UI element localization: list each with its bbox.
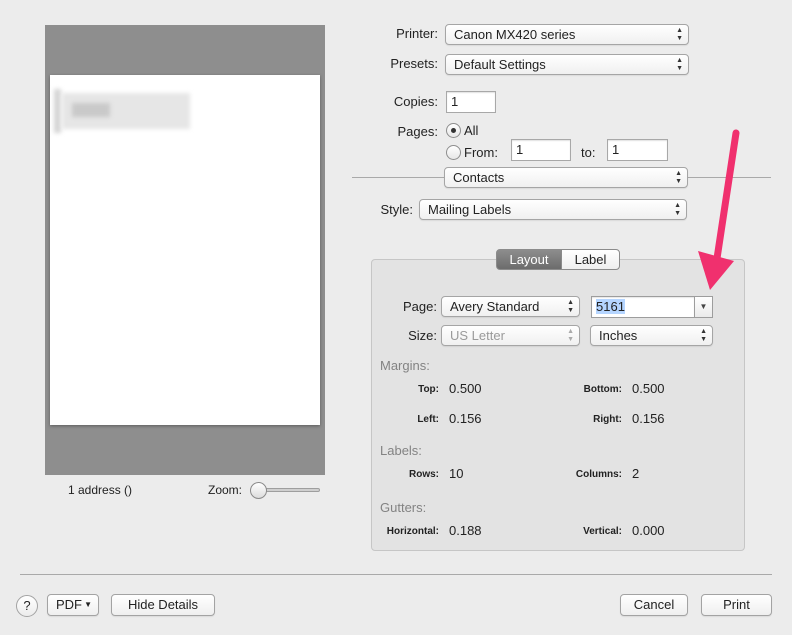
gutter-vertical-value: 0.000 bbox=[632, 523, 665, 538]
printer-popup[interactable]: Canon MX420 series ▲ ▼ bbox=[445, 24, 689, 45]
zoom-slider[interactable] bbox=[258, 488, 320, 492]
chevron-updown-icon: ▲ ▼ bbox=[700, 327, 707, 343]
preview-address-count: 1 address () bbox=[68, 483, 133, 497]
chevron-updown-icon: ▲ ▼ bbox=[676, 26, 683, 42]
presets-label: Presets: bbox=[390, 56, 438, 71]
tab-label[interactable]: Label bbox=[561, 249, 620, 270]
pages-label: Pages: bbox=[397, 124, 438, 139]
pages-from-field[interactable]: 1 bbox=[511, 139, 571, 161]
printer-value: Canon MX420 series bbox=[454, 27, 576, 42]
units-value: Inches bbox=[599, 328, 638, 343]
rows-label: Rows: bbox=[409, 469, 439, 480]
margin-top-label: Top: bbox=[418, 384, 439, 395]
print-button[interactable]: Print bbox=[701, 594, 772, 616]
margin-right-value: 0.156 bbox=[632, 411, 665, 426]
section-popup[interactable]: Contacts ▲ ▼ bbox=[444, 167, 688, 188]
margin-bottom-value: 0.500 bbox=[632, 381, 665, 396]
presets-popup[interactable]: Default Settings ▲ ▼ bbox=[445, 54, 689, 75]
pages-to-field[interactable]: 1 bbox=[607, 139, 668, 161]
footer-divider bbox=[20, 574, 772, 575]
hide-details-button[interactable]: Hide Details bbox=[111, 594, 215, 616]
copies-field[interactable]: 1 bbox=[446, 91, 496, 113]
help-button[interactable]: ? bbox=[16, 595, 38, 617]
columns-label: Columns: bbox=[575, 469, 622, 480]
margin-left-value: 0.156 bbox=[449, 411, 482, 426]
label-code-dropdown-icon[interactable]: ▼ bbox=[694, 296, 713, 318]
page-type-value: Avery Standard bbox=[450, 299, 540, 314]
chevron-updown-icon: ▲ ▼ bbox=[674, 201, 681, 217]
rows-value: 10 bbox=[449, 466, 464, 481]
gutters-header: Gutters: bbox=[380, 500, 427, 515]
copies-label: Copies: bbox=[393, 94, 438, 109]
pages-from-radio[interactable] bbox=[446, 145, 461, 160]
page-type-label: Page: bbox=[403, 299, 437, 314]
margins-header: Margins: bbox=[380, 358, 430, 373]
pdf-menu-button[interactable]: PDF ▼ bbox=[47, 594, 99, 616]
style-value: Mailing Labels bbox=[428, 202, 512, 217]
margin-top-value: 0.500 bbox=[449, 381, 482, 396]
chevron-updown-icon: ▲ ▼ bbox=[567, 298, 574, 314]
pages-from-label: From: bbox=[464, 145, 498, 160]
size-value: US Letter bbox=[450, 328, 505, 343]
pages-to-label: to: bbox=[581, 145, 596, 160]
labels-header: Labels: bbox=[380, 443, 422, 458]
printer-label: Printer: bbox=[396, 26, 438, 41]
chevron-updown-icon: ▲ ▼ bbox=[676, 56, 683, 72]
gutter-horizontal-label: Horizontal: bbox=[386, 526, 439, 537]
style-label: Style: bbox=[380, 202, 413, 217]
units-popup[interactable]: Inches ▲ ▼ bbox=[590, 325, 713, 346]
presets-value: Default Settings bbox=[454, 57, 546, 72]
columns-value: 2 bbox=[632, 466, 640, 481]
preview-page bbox=[50, 75, 320, 425]
margin-right-label: Right: bbox=[593, 414, 622, 425]
margin-left-label: Left: bbox=[417, 414, 439, 425]
label-code-value: 5161 bbox=[596, 299, 625, 314]
gutter-vertical-label: Vertical: bbox=[583, 526, 622, 537]
pdf-label: PDF bbox=[56, 597, 82, 612]
zoom-slider-thumb[interactable] bbox=[250, 482, 267, 499]
style-popup[interactable]: Mailing Labels ▲ ▼ bbox=[419, 199, 687, 220]
section-divider-left bbox=[352, 177, 444, 178]
margin-bottom-label: Bottom: bbox=[583, 384, 622, 395]
gutter-horizontal-value: 0.188 bbox=[449, 523, 482, 538]
section-popup-value: Contacts bbox=[453, 170, 505, 185]
size-popup: US Letter ▲ ▼ bbox=[441, 325, 580, 346]
chevron-updown-icon: ▲ ▼ bbox=[675, 169, 682, 185]
zoom-label: Zoom: bbox=[208, 483, 243, 497]
pages-all-radio[interactable] bbox=[446, 123, 461, 138]
tab-layout[interactable]: Layout bbox=[496, 249, 562, 270]
chevron-updown-icon: ▲ ▼ bbox=[567, 327, 574, 343]
cancel-button[interactable]: Cancel bbox=[620, 594, 688, 616]
chevron-down-icon: ▼ bbox=[84, 600, 92, 609]
size-label: Size: bbox=[408, 328, 437, 343]
pages-all-label: All bbox=[464, 123, 479, 138]
page-type-popup[interactable]: Avery Standard ▲ ▼ bbox=[441, 296, 580, 317]
label-code-field[interactable]: 5161 bbox=[591, 296, 695, 318]
annotation-arrow-icon bbox=[698, 129, 740, 290]
